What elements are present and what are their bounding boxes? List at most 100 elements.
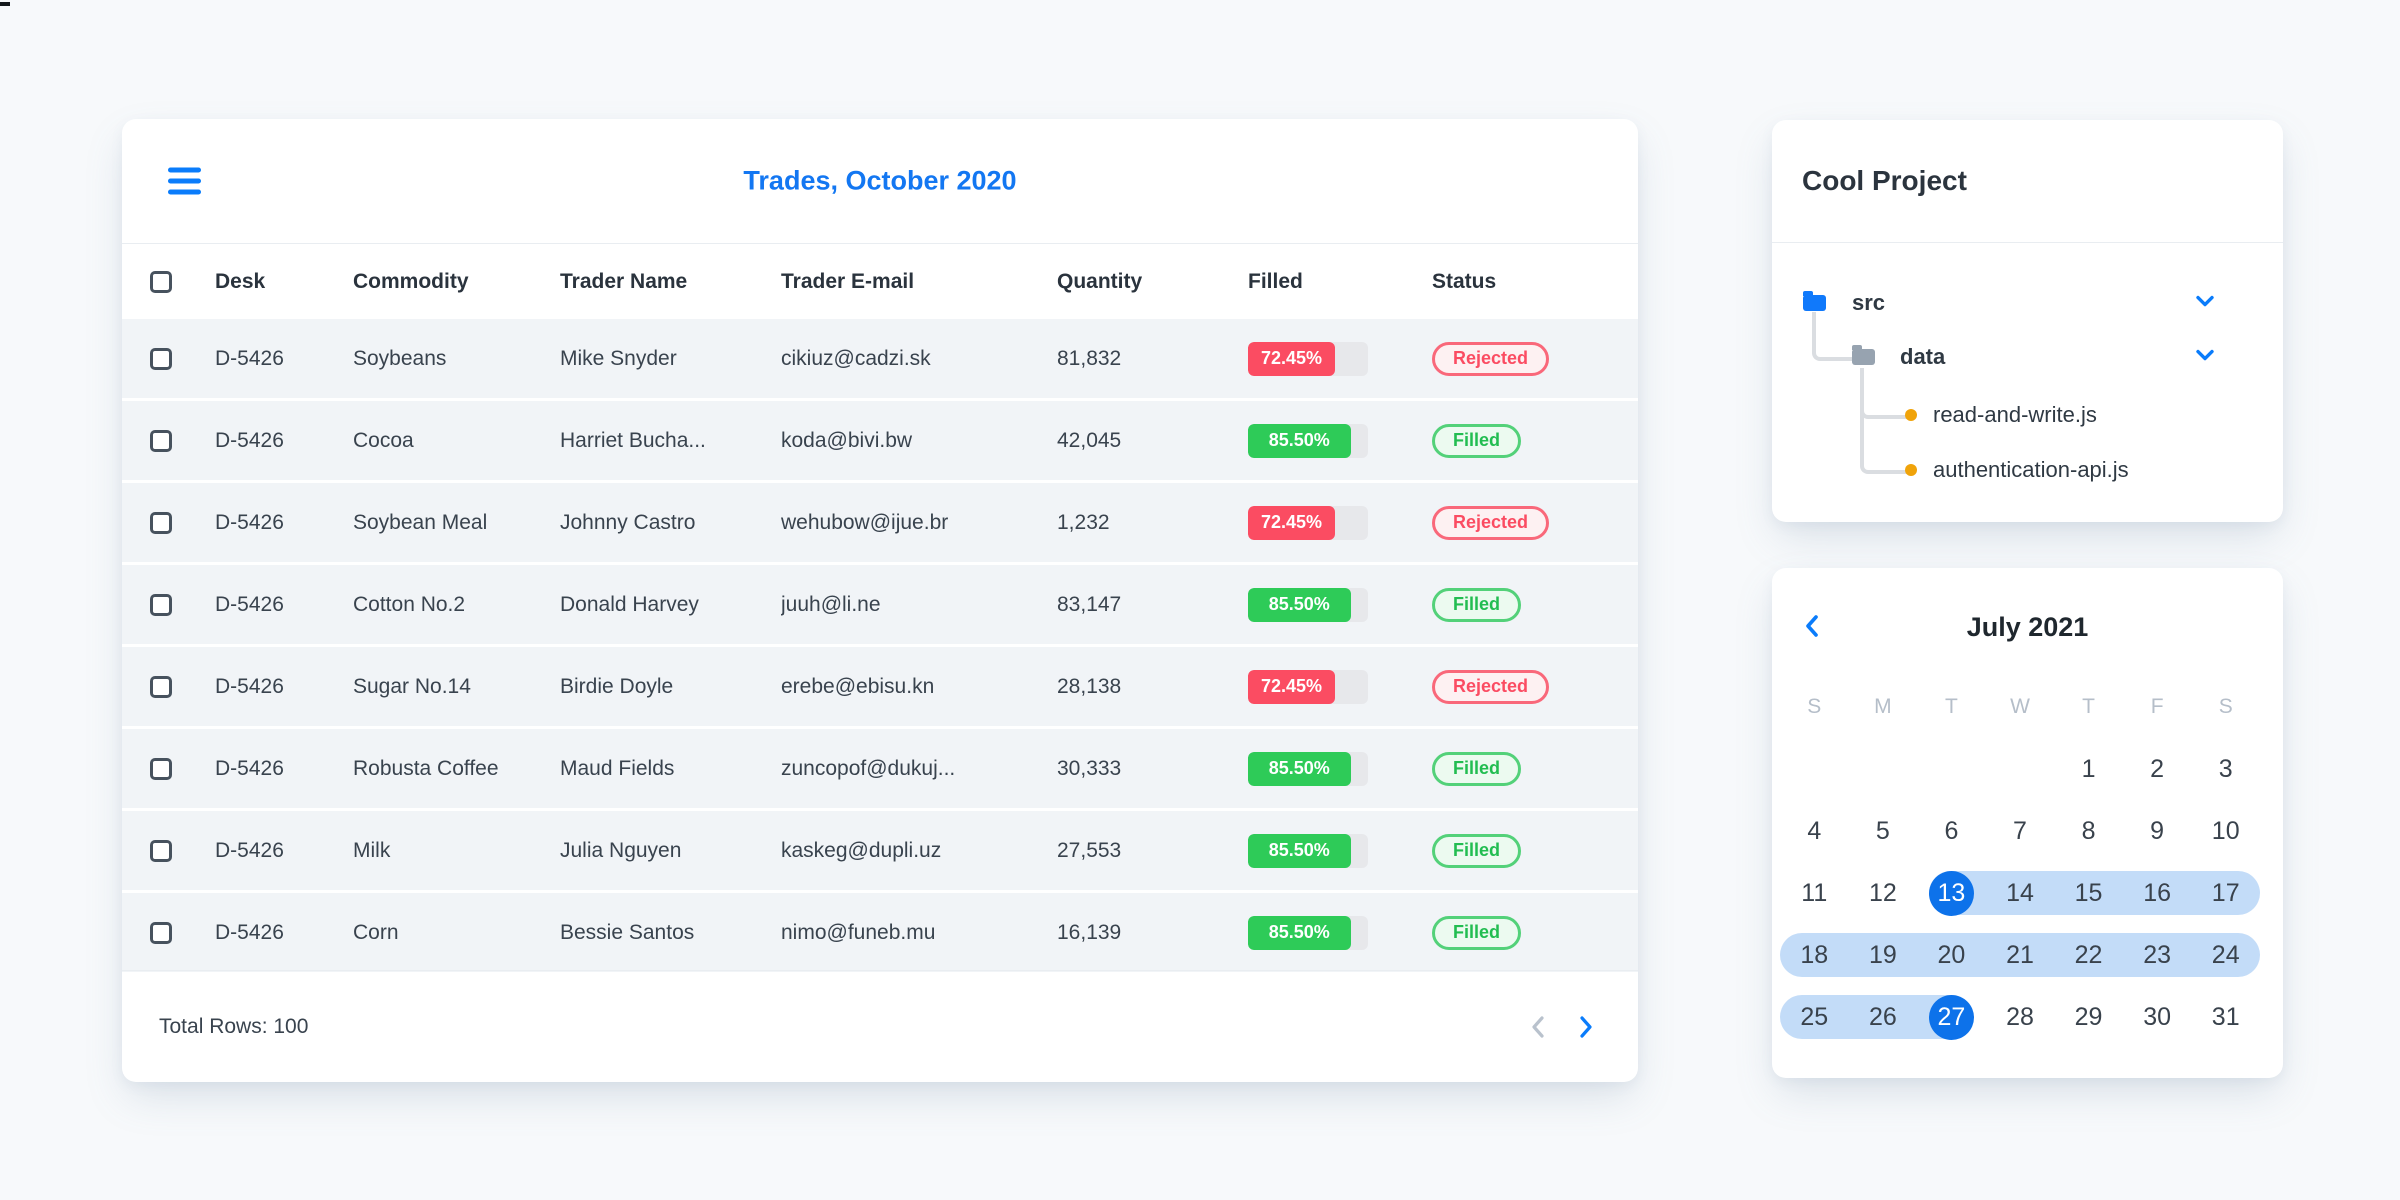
quantity-cell: 27,553 — [1057, 838, 1122, 862]
status-cell: Rejected — [1432, 341, 1638, 376]
next-page-icon[interactable] — [1578, 1014, 1594, 1040]
filled-progress-value: 85.50% — [1248, 423, 1351, 458]
calendar-day[interactable]: 19 — [1848, 924, 1918, 986]
quantity-cell: 30,333 — [1057, 756, 1122, 780]
filled-progress-bar: 85.50% — [1248, 915, 1368, 950]
table-row: D-5426 Corn Bessie Santos nimo@funeb.mu 16,1… — [122, 893, 1638, 972]
desk-cell: D-5426 — [215, 920, 284, 944]
filled-cell: 72.45% — [1248, 669, 1432, 704]
row-checkbox[interactable] — [150, 757, 172, 780]
status-badge: Filled — [1432, 587, 1522, 622]
desk-cell: D-5426 — [215, 674, 284, 698]
status-cell: Filled — [1432, 915, 1638, 950]
commodity-cell: Sugar No.14 — [353, 674, 471, 698]
calendar-day[interactable]: 29 — [2054, 986, 2123, 1048]
calendar-day[interactable]: 7 — [1986, 800, 2055, 862]
calendar-day[interactable]: 31 — [2191, 986, 2260, 1048]
row-checkbox[interactable] — [150, 839, 172, 862]
calendar-day[interactable]: 20 — [1917, 924, 1986, 986]
calendar-day[interactable]: 21 — [1985, 924, 2055, 986]
calendar-week-row: 18 19 20 21 22 23 24 — [1780, 924, 2260, 986]
status-badge: Rejected — [1432, 669, 1550, 704]
filled-progress-value: 85.50% — [1248, 915, 1351, 950]
calendar-day[interactable]: 16 — [2122, 862, 2192, 924]
calendar-day[interactable]: 17 — [2191, 862, 2260, 924]
calendar-day[interactable]: 8 — [2054, 800, 2123, 862]
calendar-day[interactable]: 5 — [1849, 800, 1918, 862]
file-tree: src data read-and-write.js authenticatio… — [1772, 242, 2283, 522]
calendar-day-empty — [1917, 738, 1986, 800]
previous-page-icon[interactable] — [1530, 1014, 1546, 1040]
row-checkbox[interactable] — [150, 921, 172, 944]
calendar-day[interactable]: 6 — [1917, 800, 1986, 862]
filled-cell: 72.45% — [1248, 341, 1432, 376]
tree-item-data[interactable]: data — [1852, 339, 2253, 375]
calendar-day[interactable]: 12 — [1849, 862, 1918, 924]
day-number: 16 — [2143, 878, 2172, 907]
calendar-day[interactable]: 30 — [2123, 986, 2192, 1048]
day-number: 24 — [2211, 940, 2240, 969]
trader-email-cell: erebe@ebisu.kn — [781, 674, 935, 698]
status-cell: Filled — [1432, 423, 1638, 458]
day-number: 1 — [2081, 754, 2096, 783]
tree-item-authentication-api[interactable]: authentication-api.js — [1905, 452, 2253, 488]
filled-progress-bar: 85.50% — [1248, 423, 1368, 458]
chevron-down-icon[interactable] — [2195, 349, 2215, 363]
row-select-cell — [150, 593, 215, 616]
calendar-day[interactable]: 9 — [2123, 800, 2192, 862]
tree-item-src[interactable]: src — [1803, 285, 2253, 321]
column-header-desk: Desk — [215, 269, 266, 293]
calendar-day[interactable]: 27 — [1917, 986, 1986, 1048]
calendar-day[interactable]: 2 — [2123, 738, 2192, 800]
status-badge: Filled — [1432, 423, 1522, 458]
calendar-weeks: 1 2 3 4 5 6 7 8 9 10 11 12 13 14 15 16 17 18 19 20 21 22 23 24 2… — [1772, 738, 2283, 1048]
day-number: 31 — [2211, 1002, 2240, 1031]
day-number: 15 — [2074, 878, 2103, 907]
day-number: 3 — [2218, 754, 2233, 783]
commodity-cell: Soybean Meal — [353, 510, 488, 534]
calendar-day[interactable]: 11 — [1780, 862, 1849, 924]
commodity-cell: Robusta Coffee — [353, 756, 499, 780]
day-number: 23 — [2143, 940, 2172, 969]
row-select-cell — [150, 675, 215, 698]
chevron-down-icon[interactable] — [2195, 295, 2215, 309]
trader-email-cell: nimo@funeb.mu — [781, 920, 936, 944]
status-cell: Rejected — [1432, 505, 1638, 540]
calendar-day[interactable]: 24 — [2191, 924, 2260, 986]
trader-email-cell: koda@bivi.bw — [781, 428, 913, 452]
calendar-day[interactable]: 1 — [2054, 738, 2123, 800]
table-rows: D-5426 Soybeans Mike Snyder cikiuz@cadzi.sk… — [122, 319, 1638, 972]
tree-item-read-and-write[interactable]: read-and-write.js — [1905, 397, 2253, 433]
calendar-day[interactable]: 13 — [1917, 862, 1986, 924]
calendar-day[interactable]: 28 — [1986, 986, 2055, 1048]
filled-progress-value: 72.45% — [1248, 341, 1335, 376]
calendar-day[interactable]: 10 — [2191, 800, 2260, 862]
commodity-cell: Milk — [353, 838, 391, 862]
calendar-day[interactable]: 14 — [1985, 862, 2055, 924]
calendar-day[interactable]: 25 — [1780, 986, 1849, 1048]
trader-name-cell: Birdie Doyle — [560, 674, 674, 698]
desktop: Trades, October 2020 Desk Commodity Trad… — [0, 0, 2400, 1200]
calendar-weekday-row: SMTWTFS — [1780, 676, 2260, 738]
row-select-cell — [150, 347, 215, 370]
select-all-checkbox[interactable] — [150, 270, 172, 293]
calendar-day[interactable]: 18 — [1780, 924, 1849, 986]
calendar-day[interactable]: 23 — [2122, 924, 2192, 986]
row-checkbox[interactable] — [150, 675, 172, 698]
column-header-filled: Filled — [1248, 269, 1303, 293]
calendar-day[interactable]: 3 — [2191, 738, 2260, 800]
row-checkbox[interactable] — [150, 511, 172, 534]
calendar-day[interactable]: 22 — [2054, 924, 2123, 986]
desk-cell: D-5426 — [215, 592, 284, 616]
screen-artifact — [0, 2, 10, 6]
status-badge: Filled — [1432, 751, 1522, 786]
trader-name-cell: Maud Fields — [560, 756, 675, 780]
calendar-day[interactable]: 15 — [2054, 862, 2123, 924]
calendar-day[interactable]: 4 — [1780, 800, 1849, 862]
row-checkbox[interactable] — [150, 593, 172, 616]
row-checkbox[interactable] — [150, 347, 172, 370]
calendar-day[interactable]: 26 — [1848, 986, 1918, 1048]
column-header-quantity: Quantity — [1057, 269, 1143, 293]
row-checkbox[interactable] — [150, 429, 172, 452]
calendar-week-row: 25 26 27 28 29 30 31 — [1780, 986, 2260, 1048]
